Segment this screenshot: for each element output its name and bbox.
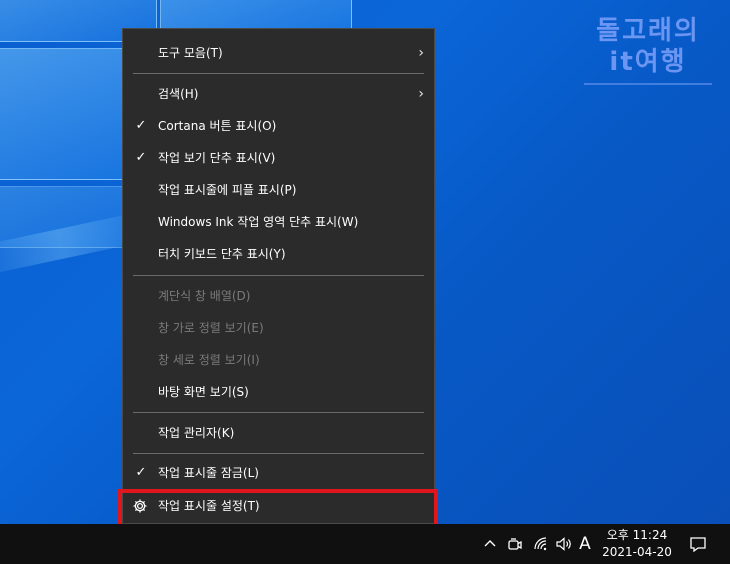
check-icon: ✓ (135, 118, 147, 133)
notification-icon[interactable] (688, 534, 708, 554)
menu-item-show-task-view[interactable]: ✓ 작업 보기 단추 표시(V) (123, 142, 434, 174)
menu-item-show-side-by-side: 창 세로 정렬 보기(I) (123, 344, 434, 376)
taskbar-clock[interactable]: 오후 11:24 2021-04-20 (600, 527, 674, 561)
menu-item-label: 작업 표시줄 잠금(L) (158, 466, 259, 480)
watermark: 돌고래의 it여행 (578, 16, 718, 85)
menu-item-toolbars[interactable]: 도구 모음(T) › (123, 37, 434, 69)
menu-item-label: 터치 키보드 단추 표시(Y) (158, 247, 286, 261)
menu-item-label: 작업 표시줄에 피플 표시(P) (158, 183, 297, 197)
watermark-line1: 돌고래의 (596, 16, 700, 46)
wifi-icon[interactable] (532, 534, 550, 554)
chevron-right-icon: › (418, 45, 424, 61)
check-icon: ✓ (135, 150, 147, 165)
clock-date: 2021-04-20 (602, 545, 672, 559)
clock-time: 오후 11:24 (606, 528, 668, 542)
meet-now-icon[interactable] (506, 534, 524, 554)
menu-item-label: 작업 관리자(K) (158, 426, 235, 440)
menu-separator (133, 275, 424, 276)
menu-item-show-people[interactable]: 작업 표시줄에 피플 표시(P) (123, 174, 434, 206)
menu-item-task-manager[interactable]: 작업 관리자(K) (123, 417, 434, 449)
menu-item-label: 창 가로 정렬 보기(E) (158, 321, 264, 335)
watermark-underline (584, 82, 712, 85)
menu-separator (133, 73, 424, 74)
watermark-line2: it여행 (609, 47, 687, 78)
volume-icon[interactable] (554, 534, 574, 554)
input-method-indicator[interactable]: A (578, 534, 592, 554)
menu-item-label: 작업 보기 단추 표시(V) (158, 151, 276, 165)
menu-item-show-desktop[interactable]: 바탕 화면 보기(S) (123, 376, 434, 408)
chevron-right-icon: › (418, 86, 424, 102)
menu-item-lock-taskbar[interactable]: ✓ 작업 표시줄 잠금(L) (123, 457, 434, 489)
taskbar[interactable]: A 오후 11:24 2021-04-20 (0, 524, 730, 564)
menu-separator (133, 412, 424, 413)
menu-item-label: 창 세로 정렬 보기(I) (158, 353, 260, 367)
check-icon: ✓ (135, 465, 147, 480)
menu-item-label: 계단식 창 배열(D) (158, 289, 251, 303)
taskbar-context-menu: 도구 모음(T) › 검색(H) › ✓ Cortana 버튼 표시(O) ✓ … (122, 28, 435, 524)
menu-item-cascade-windows: 계단식 창 배열(D) (123, 280, 434, 312)
chevron-up-icon[interactable] (482, 534, 498, 554)
menu-item-show-cortana[interactable]: ✓ Cortana 버튼 표시(O) (123, 110, 434, 142)
menu-item-show-windows-ink[interactable]: Windows Ink 작업 영역 단추 표시(W) (123, 206, 434, 238)
menu-item-label: Windows Ink 작업 영역 단추 표시(W) (158, 215, 359, 229)
menu-separator (133, 453, 424, 454)
highlight-annotation (118, 489, 438, 529)
menu-item-label: Cortana 버튼 표시(O) (158, 119, 277, 133)
menu-item-label: 바탕 화면 보기(S) (158, 385, 249, 399)
menu-item-show-stacked: 창 가로 정렬 보기(E) (123, 312, 434, 344)
menu-item-show-touch-keyboard[interactable]: 터치 키보드 단추 표시(Y) (123, 238, 434, 270)
menu-item-search[interactable]: 검색(H) › (123, 78, 434, 110)
menu-item-label: 도구 모음(T) (158, 46, 223, 60)
menu-item-label: 검색(H) (158, 87, 199, 101)
